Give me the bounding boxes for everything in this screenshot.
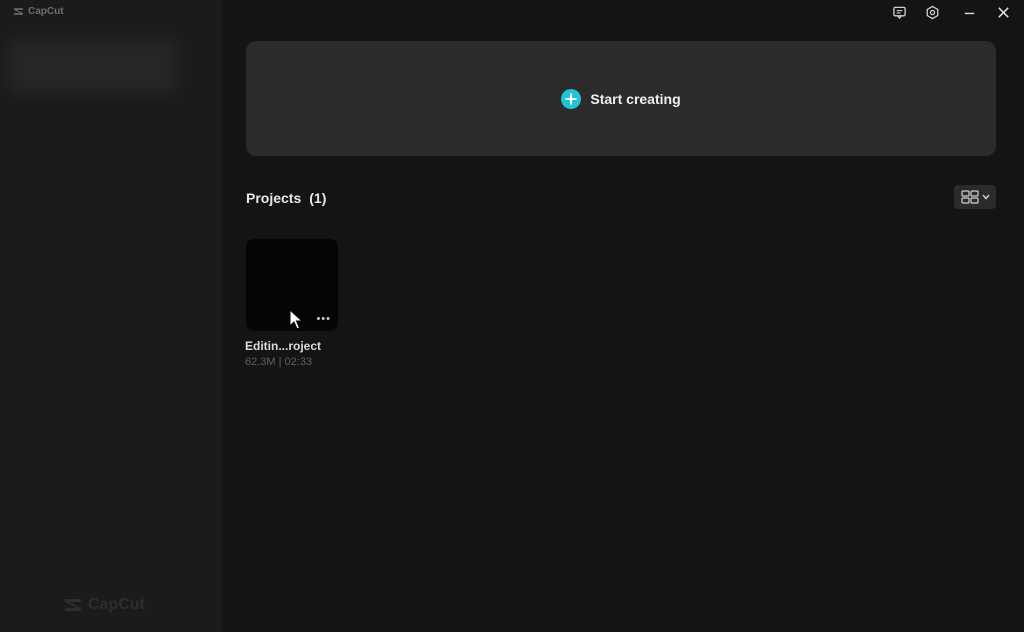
grid-view-icon	[960, 190, 979, 204]
feedback-icon	[892, 6, 906, 19]
sidebar-app-name: CapCut	[28, 5, 64, 17]
app-window: CapCut CapCut Start creating Projects (1…	[0, 0, 1024, 632]
view-toggle-button[interactable]	[954, 185, 996, 209]
start-creating-label: Start creating	[590, 90, 681, 107]
project-meta: 62.3M | 02:33	[245, 356, 312, 368]
start-creating-button[interactable]: Start creating	[246, 41, 996, 156]
project-size: 62.3M	[245, 356, 276, 368]
sidebar-app-logo: CapCut	[13, 4, 64, 18]
minimize-icon	[964, 12, 974, 14]
project-thumbnail[interactable]: •••	[246, 239, 338, 331]
sidebar-account-area[interactable]	[8, 38, 178, 94]
minimize-button[interactable]	[954, 0, 984, 24]
more-icon[interactable]: •••	[316, 314, 331, 325]
mouse-cursor-icon	[289, 309, 303, 330]
settings-icon	[926, 5, 938, 19]
project-meta-separator: |	[278, 356, 282, 368]
projects-title: Projects	[246, 190, 302, 206]
close-icon	[997, 6, 1009, 18]
sidebar: CapCut CapCut	[0, 0, 222, 632]
project-name[interactable]: Editin...roject	[245, 339, 321, 353]
projects-count: (1)	[309, 190, 327, 206]
settings-button[interactable]	[917, 0, 947, 24]
footer-app-name: CapCut	[88, 596, 145, 613]
plus-circle-icon	[561, 88, 582, 109]
close-button[interactable]	[988, 0, 1018, 24]
sidebar-footer-logo: CapCut	[63, 595, 145, 615]
capcut-logo-icon	[14, 7, 23, 15]
chevron-down-icon	[981, 194, 990, 200]
project-duration: 02:33	[284, 356, 313, 368]
capcut-logo-icon	[65, 599, 81, 611]
feedback-button[interactable]	[884, 0, 914, 24]
projects-header: Projects (1)	[246, 189, 326, 207]
